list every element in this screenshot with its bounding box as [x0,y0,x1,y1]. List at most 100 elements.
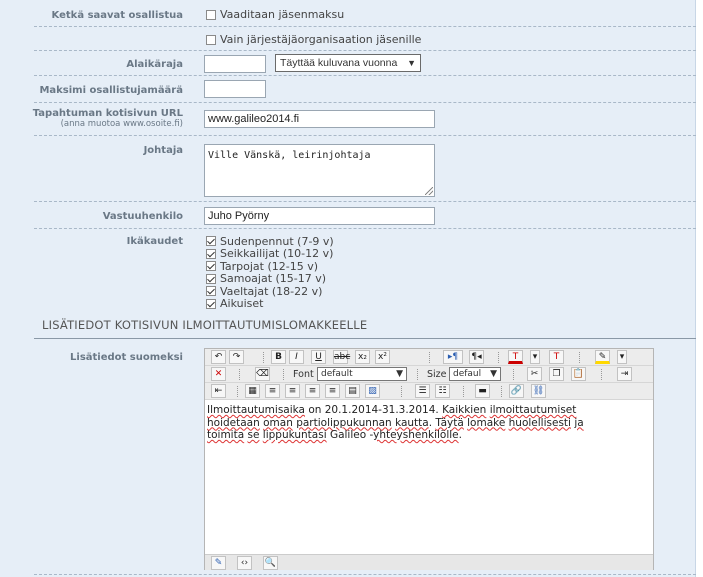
undo-icon[interactable]: ↶ [211,350,226,364]
leader-label: Johtaja [143,145,183,156]
age-groups-label: Ikäkaudet [126,236,183,247]
editor-toolbar-row-3: ⇤ ▦ ≡ ≡ ≡ ≡ ▤ ▨ ☰ ☷ ▬ 🔗 ⛓ [205,383,653,400]
toolbar-separator [263,352,264,363]
leader-textarea[interactable]: Ville Vänskä, leirinjohtaja [204,144,435,197]
cut-icon[interactable]: ✂ [527,367,542,381]
age-mode-value: Täyttää kuluvana vuonna [280,57,398,69]
org-members-only-label: Vain järjestäjäorganisaation jäsenille [220,33,422,46]
editor-toolbar-row-1: ↶ ↷ B I U abc x₂ x² ▸¶ ¶◂ T ▾ T ✎ ▾ [205,349,653,366]
checkbox-checked-icon [206,298,216,309]
require-fee-checkbox[interactable]: Vaaditaan jäsenmaksu [206,8,344,21]
copy-icon[interactable]: ❐ [549,367,564,381]
toolbar-separator [239,369,240,380]
age-group-checkbox[interactable]: Vaeltajat (18-22 v) [206,285,334,298]
form-panel: Ketkä saavat osallistua Vaaditaan jäsenm… [0,0,696,577]
highlight-icon[interactable]: ✎ [595,350,610,364]
url-label-block: Tapahtuman kotisivun URL (anna muotoa ww… [33,108,183,129]
horizontal-rule-icon[interactable]: ▬ [475,384,490,398]
indent-icon[interactable]: ⇥ [617,367,632,381]
toolbar-separator [401,386,402,397]
section-divider [34,338,696,339]
url-hint: (anna muotoa www.osoite.fi) [60,119,183,129]
toolbar-separator [513,369,514,380]
table-icon[interactable]: ▦ [245,384,260,398]
align-justify-icon[interactable]: ≡ [325,384,340,398]
editor-content[interactable]: Ilmoittautumisaika on 20.1.2014-31.3.201… [205,401,653,553]
size-label: Size [427,369,447,380]
checkbox-checked-icon [206,273,216,284]
info-fi-label: Lisätiedot suomeksi [70,352,183,363]
toolbar-separator [429,352,430,363]
age-group-checkbox[interactable]: Seikkailijat (10-12 v) [206,247,334,260]
max-participants-input[interactable] [204,80,266,98]
chevron-down-icon: ▼ [490,369,497,379]
row-divider [34,574,696,575]
ordered-list-icon[interactable]: ☰ [415,384,430,398]
unordered-list-icon[interactable]: ☷ [435,384,450,398]
age-group-checkbox[interactable]: Sudenpennut (7-9 v) [206,235,334,248]
chevron-down-icon: ▼ [396,369,403,379]
age-group-checkbox[interactable]: Aikuiset [206,297,334,310]
max-participants-label: Maksimi osallistujamäärä [39,85,183,96]
bold-icon[interactable]: B [271,350,286,364]
checkbox-checked-icon [206,236,216,247]
strikethrough-icon[interactable]: abc [333,350,350,364]
chevron-down-icon: ▼ [407,58,416,68]
italic-icon[interactable]: I [289,350,304,364]
rich-text-editor: ↶ ↷ B I U abc x₂ x² ▸¶ ¶◂ T ▾ T ✎ ▾ ✕ ⌫ … [204,348,654,570]
url-label: Tapahtuman kotisivun URL [32,108,183,119]
align-right-icon[interactable]: ≡ [305,384,320,398]
url-input[interactable] [204,110,435,128]
leader-text: Ville Vänskä, leirinjohtaja [208,150,371,161]
paste-icon[interactable]: 📋 [571,367,586,381]
toolbar-separator [579,352,580,363]
toolbar-separator [601,369,602,380]
design-mode-icon[interactable]: ✎ [211,556,226,570]
font-label: Font [293,369,314,380]
checkbox-checked-icon [206,261,216,272]
editor-status-bar: ✎ ‹› 🔍 [205,554,653,570]
html-mode-icon[interactable]: ‹› [237,556,252,570]
require-fee-label: Vaaditaan jäsenmaksu [220,8,345,21]
toolbar-separator [498,352,499,363]
age-mode-select[interactable]: Täyttää kuluvana vuonna ▼ [275,54,421,72]
size-value: defaul [453,369,482,379]
org-members-only-checkbox[interactable]: Vain järjestäjäorganisaation jäsenille [206,33,421,46]
align-center-icon[interactable]: ≡ [285,384,300,398]
outdent-icon[interactable]: ⇤ [211,384,226,398]
toolbar-separator [283,369,284,380]
superscript-icon[interactable]: x² [375,350,390,364]
resize-grip-icon[interactable] [425,187,433,195]
toolbar-separator [501,386,502,397]
size-select[interactable]: defaul ▼ [449,367,501,381]
eraser-icon[interactable]: ⌫ [255,367,270,381]
unlink-icon[interactable]: ⛓ [531,384,546,398]
align-left-icon[interactable]: ≡ [265,384,280,398]
ltr-icon[interactable]: ▸¶ [443,350,463,364]
editor-toolbar-row-2: ✕ ⌫ Font default ▼ Size defaul ▼ ✂ ❐ 📋 ⇥ [205,366,653,383]
subscript-icon[interactable]: x₂ [355,350,370,364]
text-color-icon[interactable]: T [508,350,523,364]
min-age-input[interactable] [204,55,266,73]
clear-color-icon[interactable]: T [549,350,564,364]
age-group-checkbox[interactable]: Samoajat (15-17 v) [206,272,334,285]
contact-label: Vastuuhenkilo [102,211,183,222]
contact-input[interactable] [204,207,435,225]
checkbox-checked-icon [206,248,216,259]
remove-format-icon[interactable]: ✕ [211,367,226,381]
image-icon[interactable]: ▨ [365,384,380,398]
font-select[interactable]: default ▼ [317,367,407,381]
chevron-down-icon[interactable]: ▾ [530,350,540,364]
age-group-checkbox[interactable]: Tarpojat (12-15 v) [206,260,334,273]
redo-icon[interactable]: ↷ [229,350,244,364]
align-full-icon[interactable]: ▤ [345,384,360,398]
link-icon[interactable]: 🔗 [509,384,524,398]
preview-icon[interactable]: 🔍 [263,556,278,570]
rtl-icon[interactable]: ¶◂ [469,350,484,364]
font-value: default [321,369,353,379]
underline-icon[interactable]: U [311,350,326,364]
section-title: LISÄTIEDOT KOTISIVUN ILMOITTAUTUMISLOMAK… [42,318,368,332]
checkbox-checked-icon [206,286,216,297]
participants-label: Ketkä saavat osallistua [51,10,183,21]
chevron-down-icon[interactable]: ▾ [617,350,627,364]
